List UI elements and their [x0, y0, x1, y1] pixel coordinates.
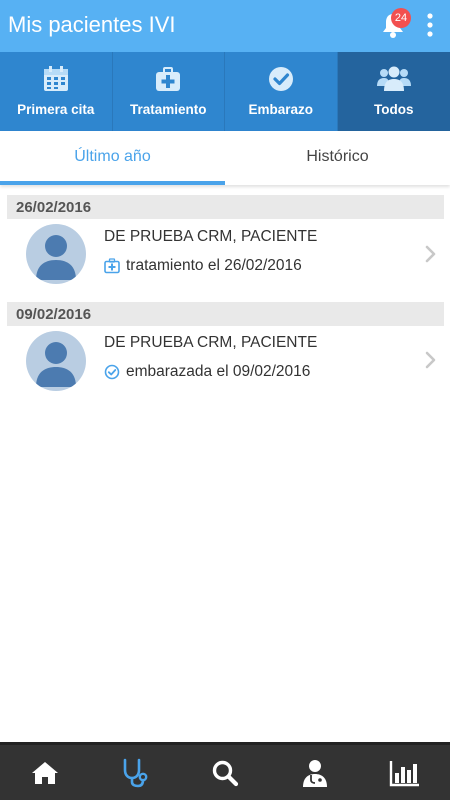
section-date: 09/02/2016 — [16, 306, 92, 323]
category-label: Embarazo — [248, 102, 314, 117]
calendar-icon — [43, 66, 68, 91]
category-tab-embarazo[interactable]: Embarazo — [225, 52, 338, 131]
search-icon — [212, 760, 239, 786]
tab-historico[interactable]: Histórico — [225, 131, 450, 185]
patient-list-item[interactable]: DE PRUEBA CRM, PACIENTE embarazada el 09… — [0, 326, 450, 406]
check-circle-icon — [104, 364, 120, 380]
app-bar: Mis pacientes IVI 24 — [0, 0, 450, 52]
category-label: Todos — [374, 102, 414, 117]
doctor-icon — [303, 759, 327, 787]
patient-name: DE PRUEBA CRM, PACIENTE — [104, 334, 318, 351]
category-tab-tratamiento[interactable]: Tratamiento — [112, 52, 225, 131]
patient-list-item[interactable]: DE PRUEBA CRM, PACIENTE tratamiento el 2… — [0, 219, 450, 299]
category-tab-primera-cita[interactable]: Primera cita — [0, 52, 113, 131]
nav-doctor[interactable] — [270, 745, 360, 800]
status-text: tratamiento el 26/02/2016 — [126, 257, 302, 274]
patient-avatar — [26, 224, 86, 284]
medical-kit-icon — [156, 67, 181, 91]
patient-status: embarazada el 09/02/2016 — [104, 362, 310, 382]
bar-chart-icon — [389, 760, 419, 786]
check-circle-icon — [268, 67, 293, 91]
user-silhouette-icon — [36, 235, 76, 280]
category-label: Tratamiento — [129, 102, 207, 117]
chevron-right-icon — [425, 351, 436, 369]
tab-ultimo-ano[interactable]: Último año — [0, 131, 225, 185]
stethoscope-icon — [123, 758, 148, 787]
medical-kit-icon — [104, 258, 120, 274]
user-silhouette-icon — [36, 342, 76, 387]
patient-status: tratamiento el 26/02/2016 — [104, 256, 302, 276]
nav-search[interactable] — [180, 745, 270, 800]
active-tab-indicator — [0, 181, 225, 185]
nav-home[interactable] — [0, 745, 90, 800]
section-date: 26/02/2016 — [16, 199, 92, 216]
home-icon — [32, 761, 58, 784]
nav-statistics[interactable] — [360, 745, 450, 800]
status-text: embarazada el 09/02/2016 — [126, 363, 311, 380]
app-title: Mis pacientes IVI — [8, 12, 176, 37]
bottom-navigation — [0, 742, 450, 800]
period-tabs: Último año Histórico — [0, 131, 450, 185]
date-section-header: 09/02/2016 — [7, 302, 444, 326]
date-section-header: 26/02/2016 — [7, 195, 444, 219]
users-icon — [376, 66, 411, 91]
notifications-badge: 24 — [391, 8, 411, 28]
category-tab-todos[interactable]: Todos — [337, 52, 450, 131]
category-label: Primera cita — [17, 102, 95, 117]
category-tabs: Primera cita Tratamiento Embarazo Todos — [0, 52, 450, 131]
overflow-menu-icon[interactable] — [422, 12, 438, 38]
patient-avatar — [26, 331, 86, 391]
patient-name: DE PRUEBA CRM, PACIENTE — [104, 228, 318, 245]
nav-patients[interactable] — [90, 745, 180, 800]
chevron-right-icon — [425, 245, 436, 263]
